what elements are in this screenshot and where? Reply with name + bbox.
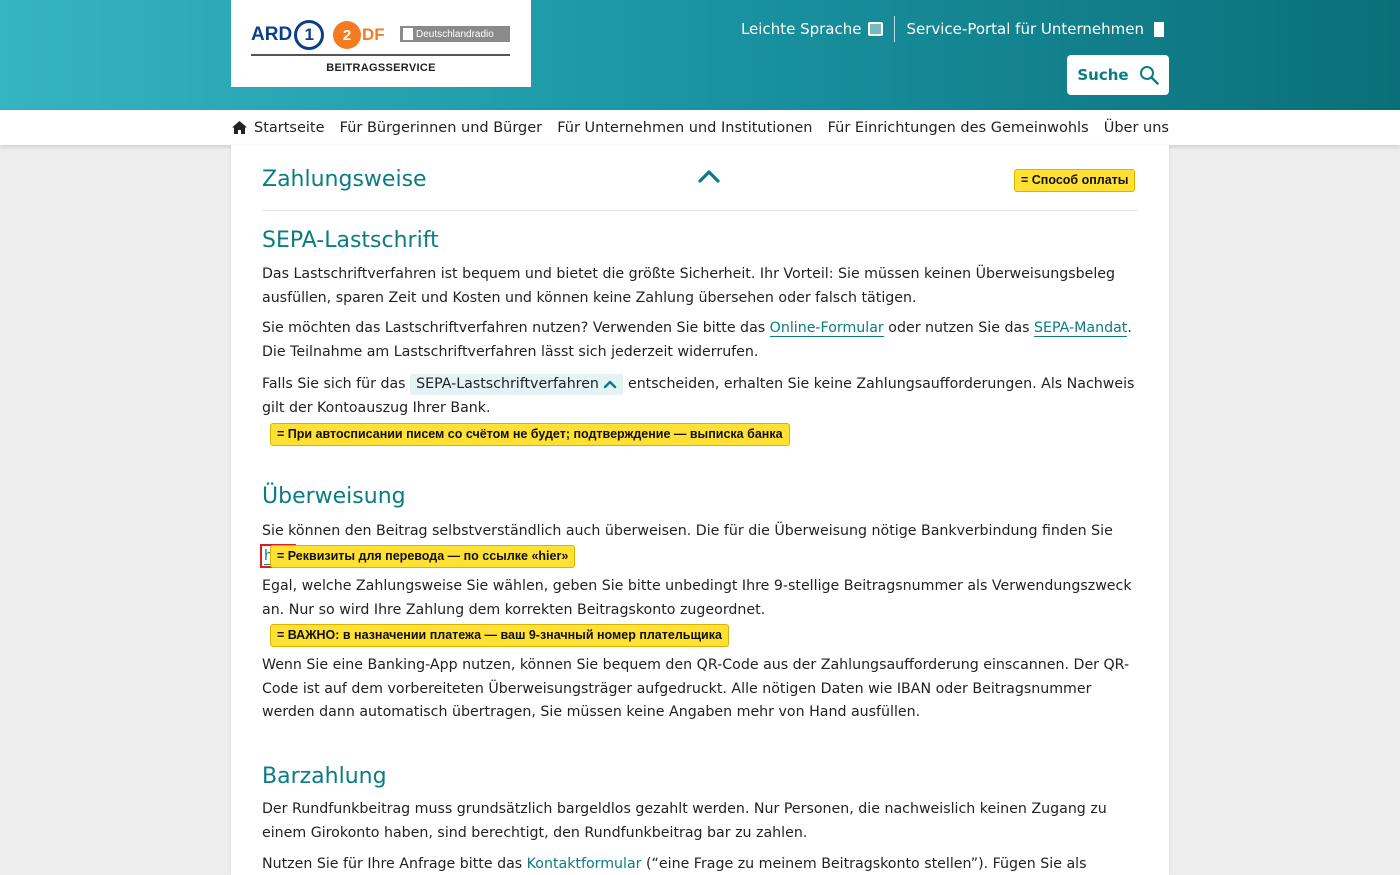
easy-language-link[interactable]: Leichte Sprache: [730, 17, 895, 41]
zdf-logo: 2 DF: [333, 20, 385, 50]
ard-logo: ARD 1: [251, 20, 325, 50]
deutschlandradio-mark-icon: [403, 28, 413, 40]
search-icon: [1139, 66, 1159, 85]
accordion-header[interactable]: Zahlungsweise = Способ оплаты: [262, 145, 1138, 211]
business-portal-link[interactable]: Service-Portal für Unternehmen: [895, 17, 1164, 41]
translation-badge: = ВАЖНО: в назначении платежа — ваш 9-зн…: [270, 624, 729, 647]
sepa-mandate-link[interactable]: SEPA-Mandat: [1034, 320, 1128, 337]
translation-badge: = Способ оплаты: [1014, 169, 1136, 192]
header-links: Leichte Sprache Service-Portal für Unter…: [730, 16, 1164, 42]
section-heading-sepa: SEPA-Lastschrift: [262, 228, 439, 253]
sepa-paragraph-1: Das Lastschriftverfahren ist bequem und …: [262, 266, 1116, 306]
zdf-circle-icon: 2: [333, 21, 361, 49]
home-icon: [232, 121, 247, 134]
section-heading-cash: Barzahlung: [262, 764, 387, 789]
main-content: Zahlungsweise = Способ оплаты SEPA-Lasts…: [231, 145, 1169, 875]
nav-item-home[interactable]: Startseite: [231, 120, 325, 136]
section-heading-transfer: Überweisung: [262, 484, 406, 509]
contact-form-link[interactable]: Kontaktformular: [527, 856, 642, 872]
nav-item-companies[interactable]: Für Unternehmen und Institutionen: [557, 120, 812, 136]
book-icon: [868, 22, 884, 36]
cash-paragraph-2: Nutzen Sie für Ihre Anfrage bitte das Ko…: [262, 856, 1087, 872]
chevron-up-icon: [604, 380, 617, 389]
nav-item-public-welfare[interactable]: Für Einrichtungen des Gemeinwohls: [828, 120, 1089, 136]
accordion-title: Zahlungsweise: [262, 167, 427, 192]
translation-badge: = Реквизиты для перевода — по ссылке «hi…: [270, 545, 576, 568]
nav-item-about[interactable]: Über uns: [1104, 120, 1169, 136]
translation-badge: = При автосписании писем со счётом не бу…: [270, 423, 790, 446]
deutschlandradio-logo: Deutschlandradio: [400, 26, 510, 42]
site-logo[interactable]: ARD 1 2 DF Deutschlandradio BEITRAGSSERV…: [231, 0, 531, 87]
sepa-paragraph-3: Falls Sie sich für das SEPA-Lastschriftv…: [262, 374, 1135, 416]
cash-paragraph-1: Der Rundfunkbeitrag muss grundsätzlich b…: [262, 801, 1107, 841]
sepa-paragraph-2: Sie möchten das Lastschriftverfahren nut…: [262, 320, 1132, 360]
door-icon: [1154, 21, 1164, 37]
sepa-glossary-toggle[interactable]: SEPA-Lastschriftverfahren: [410, 374, 624, 395]
transfer-paragraph-3: Wenn Sie eine Banking-App nutzen, können…: [262, 657, 1130, 720]
logo-subtitle: BEITRAGSSERVICE: [326, 62, 436, 74]
chevron-up-icon[interactable]: [698, 169, 720, 183]
nav-item-citizens[interactable]: Für Bürgerinnen und Bürger: [340, 120, 543, 136]
transfer-paragraph-2: Egal, welche Zahlungsweise Sie wählen, g…: [262, 578, 1132, 618]
main-navigation: Startseite Für Bürgerinnen und Bürger Fü…: [0, 110, 1400, 145]
site-header: ARD 1 2 DF Deutschlandradio BEITRAGSSERV…: [0, 0, 1400, 110]
ard-one-icon: 1: [294, 20, 325, 50]
search-button[interactable]: Suche: [1067, 55, 1169, 95]
logo-divider: [251, 54, 510, 56]
online-form-link[interactable]: Online-Formular: [769, 320, 884, 337]
